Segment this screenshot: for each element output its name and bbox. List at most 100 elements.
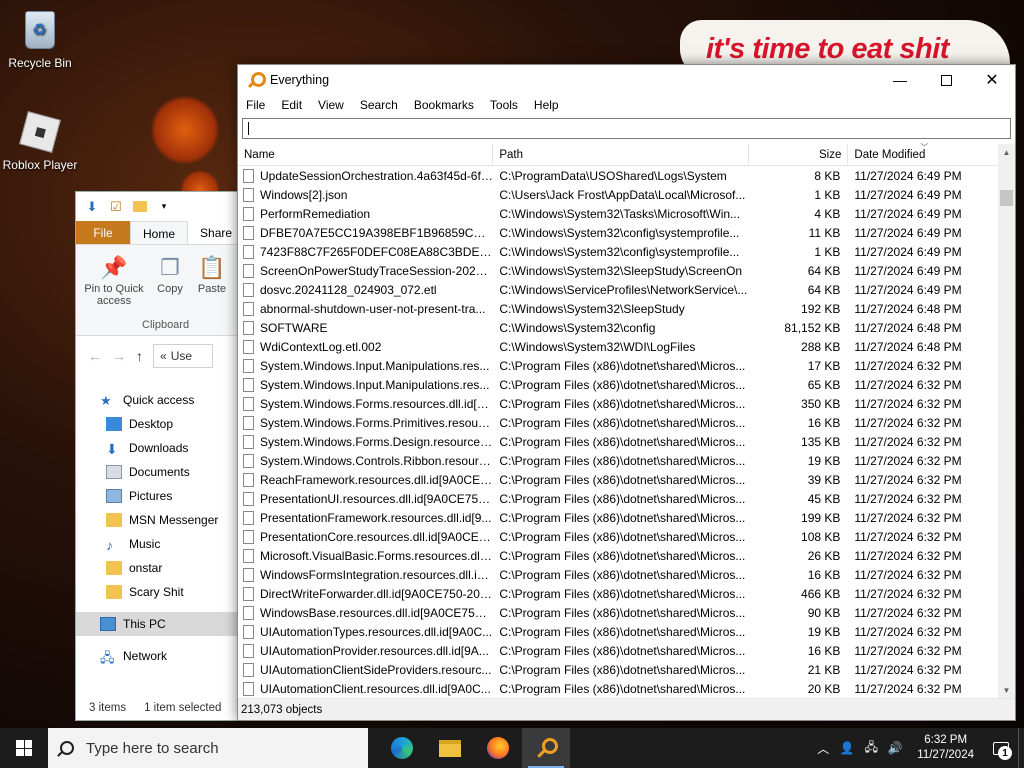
tab-share[interactable]: Share bbox=[188, 221, 244, 244]
back-icon[interactable]: ← bbox=[88, 348, 102, 364]
search-box[interactable] bbox=[242, 118, 1011, 139]
minimize-button[interactable]: — bbox=[877, 65, 923, 95]
table-row[interactable]: 7423F88C7F265F0DEFC08EA88C3BDE45_A... C:\… bbox=[238, 242, 998, 261]
taskbar-file-explorer[interactable] bbox=[426, 728, 474, 768]
clock[interactable]: 6:32 PM 11/27/2024 bbox=[907, 733, 984, 763]
scroll-down-icon[interactable]: ▼ bbox=[998, 682, 1015, 699]
vertical-scrollbar[interactable]: ▲ ▼ bbox=[998, 144, 1015, 699]
menu-search[interactable]: Search bbox=[360, 95, 406, 115]
menu-edit[interactable]: Edit bbox=[281, 95, 310, 115]
taskbar-edge[interactable] bbox=[378, 728, 426, 768]
cell-date: 11/27/2024 6:49 PM bbox=[854, 206, 962, 221]
cell-name: System.Windows.Input.Manipulations.res..… bbox=[238, 377, 493, 392]
menu-tools[interactable]: Tools bbox=[490, 95, 526, 115]
table-row[interactable]: System.Windows.Controls.Ribbon.resourc..… bbox=[238, 451, 998, 470]
table-row[interactable]: DirectWriteForwarder.dll.id[9A0CE750-202… bbox=[238, 584, 998, 603]
file-name: SOFTWARE bbox=[260, 320, 328, 335]
table-row[interactable]: System.Windows.Input.Manipulations.res..… bbox=[238, 356, 998, 375]
close-button[interactable]: ✕ bbox=[969, 65, 1015, 95]
down-arrow-icon[interactable]: ⬇ bbox=[84, 199, 100, 215]
table-row[interactable]: ReachFramework.resources.dll.id[9A0CE75.… bbox=[238, 470, 998, 489]
file-icon bbox=[243, 586, 254, 601]
table-row[interactable]: UIAutomationClient.resources.dll.id[9A0C… bbox=[238, 679, 998, 698]
scroll-thumb[interactable] bbox=[1000, 190, 1013, 206]
table-row[interactable]: WindowsBase.resources.dll.id[9A0CE750-2.… bbox=[238, 603, 998, 622]
table-row[interactable]: System.Windows.Forms.resources.dll.id[9.… bbox=[238, 394, 998, 413]
properties-icon[interactable]: ☑ bbox=[108, 199, 124, 215]
cell-size: 64 KB bbox=[807, 282, 841, 297]
menu-file[interactable]: File bbox=[246, 95, 273, 115]
customize-toolbar-icon[interactable]: ▾ bbox=[156, 199, 172, 215]
table-row[interactable]: Microsoft.VisualBasic.Forms.resources.dl… bbox=[238, 546, 998, 565]
taskbar-search[interactable]: Type here to search bbox=[48, 728, 368, 768]
up-icon[interactable]: ↑ bbox=[136, 348, 143, 364]
cell-path: C:\Windows\System32\SleepStudy\ScreenOn bbox=[499, 263, 743, 278]
table-row[interactable]: UpdateSessionOrchestration.4a63f45d-6f1.… bbox=[238, 166, 998, 185]
table-row[interactable]: dosvc.20241128_024903_072.etl C:\Windows\… bbox=[238, 280, 998, 299]
cell-path: C:\Program Files (x86)\dotnet\shared\Mic… bbox=[499, 377, 746, 392]
forward-icon[interactable]: → bbox=[112, 348, 126, 364]
desktop-icon-roblox-player[interactable]: Roblox Player bbox=[0, 110, 80, 172]
menu-bookmarks[interactable]: Bookmarks bbox=[414, 95, 482, 115]
table-row[interactable]: WindowsFormsIntegration.resources.dll.id… bbox=[238, 565, 998, 584]
table-row[interactable]: DFBE70A7E5CC19A398EBF1B96859CE5D C:\Windo… bbox=[238, 223, 998, 242]
copy-button[interactable]: ❐ Copy bbox=[152, 255, 188, 295]
file-name: System.Windows.Forms.resources.dll.id[9.… bbox=[260, 396, 494, 411]
table-row[interactable]: abnormal-shutdown-user-not-present-tra..… bbox=[238, 299, 998, 318]
table-row[interactable]: Windows[2].json C:\Users\Jack Frost\AppDa… bbox=[238, 185, 998, 204]
file-icon bbox=[243, 624, 254, 639]
menu-help[interactable]: Help bbox=[534, 95, 567, 115]
tab-home[interactable]: Home bbox=[130, 221, 189, 244]
table-row[interactable]: UIAutomationTypes.resources.dll.id[9A0C.… bbox=[238, 622, 998, 641]
everything-status-bar: 213,073 objects bbox=[238, 698, 1015, 720]
search-input[interactable] bbox=[249, 121, 1010, 136]
table-row[interactable]: PerformRemediation C:\Windows\System32\Ta… bbox=[238, 204, 998, 223]
table-row[interactable]: System.Windows.Forms.Design.resources...… bbox=[238, 432, 998, 451]
file-name: System.Windows.Controls.Ribbon.resourc..… bbox=[260, 453, 494, 468]
taskbar-firefox[interactable] bbox=[474, 728, 522, 768]
table-row[interactable]: System.Windows.Forms.Primitives.resourc.… bbox=[238, 413, 998, 432]
chevron-up-icon[interactable]: ︿ bbox=[811, 728, 835, 768]
folder-icon[interactable] bbox=[132, 199, 148, 215]
column-name[interactable]: Name bbox=[238, 144, 494, 165]
cell-date: 11/27/2024 6:32 PM bbox=[854, 643, 962, 658]
user-icon[interactable]: 👤 bbox=[835, 728, 859, 768]
window-title: Everything bbox=[270, 73, 330, 87]
nav-label: Quick access bbox=[123, 393, 195, 407]
table-row[interactable]: WdiContextLog.etl.002 C:\Windows\System32… bbox=[238, 337, 998, 356]
cell-date: 11/27/2024 6:49 PM bbox=[854, 187, 962, 202]
cell-path: C:\Users\Jack Frost\AppData\Local\Micros… bbox=[499, 187, 746, 202]
network-icon[interactable]: 🖧 bbox=[859, 728, 883, 768]
network-icon: 🖧 bbox=[100, 650, 115, 665]
table-row[interactable]: UIAutomationProvider.resources.dll.id[9A… bbox=[238, 641, 998, 660]
scroll-up-icon[interactable]: ▲ bbox=[998, 144, 1015, 161]
column-path[interactable]: Path bbox=[493, 144, 749, 165]
column-size[interactable]: Size bbox=[749, 144, 849, 165]
maximize-button[interactable] bbox=[923, 65, 969, 95]
table-row[interactable]: PresentationCore.resources.dll.id[9A0CE7… bbox=[238, 527, 998, 546]
table-row[interactable]: UIAutomationClientSideProviders.resourc.… bbox=[238, 660, 998, 679]
table-row[interactable]: ScreenOnPowerStudyTraceSession-2024-1...… bbox=[238, 261, 998, 280]
menu-view[interactable]: View bbox=[318, 95, 352, 115]
start-button[interactable] bbox=[0, 728, 48, 768]
cell-name: Windows[2].json bbox=[238, 187, 493, 202]
taskbar-everything[interactable] bbox=[522, 728, 570, 768]
show-desktop-button[interactable] bbox=[1018, 728, 1024, 768]
cell-size: 135 KB bbox=[801, 434, 841, 449]
notifications-button[interactable]: 1 bbox=[984, 728, 1018, 768]
file-name: System.Windows.Forms.Design.resources...… bbox=[260, 434, 494, 449]
file-icon bbox=[243, 643, 254, 658]
table-row[interactable]: PresentationFramework.resources.dll.id[9… bbox=[238, 508, 998, 527]
tab-file[interactable]: File bbox=[76, 221, 130, 244]
column-date-modified[interactable]: ﹀ Date Modified bbox=[848, 143, 998, 165]
pin-to-quick-access-button[interactable]: 📌 Pin to Quick access bbox=[82, 255, 146, 307]
table-row[interactable]: PresentationUI.resources.dll.id[9A0CE750… bbox=[238, 489, 998, 508]
desktop-icon-recycle-bin[interactable]: Recycle Bin bbox=[0, 8, 80, 70]
volume-icon[interactable]: 🔊 bbox=[883, 728, 907, 768]
address-field[interactable]: « Use bbox=[153, 344, 213, 368]
paste-button[interactable]: 📋 Paste bbox=[194, 255, 230, 295]
nav-label: Network bbox=[123, 649, 168, 663]
table-row[interactable]: SOFTWARE C:\Windows\System32\config 81,152… bbox=[238, 318, 998, 337]
table-row[interactable]: System.Windows.Input.Manipulations.res..… bbox=[238, 375, 998, 394]
folder-icon bbox=[106, 513, 122, 527]
